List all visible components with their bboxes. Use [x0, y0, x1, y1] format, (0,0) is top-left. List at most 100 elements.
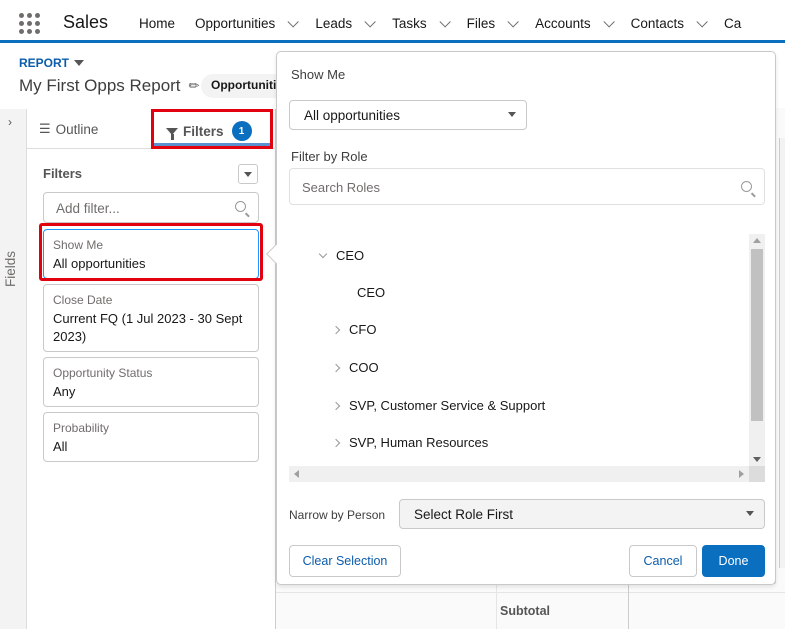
tree-item-svp-customer-service[interactable]: SVP, Customer Service & Support: [331, 398, 546, 413]
search-icon: [741, 181, 752, 192]
popover-title: Show Me: [291, 67, 346, 82]
scroll-down-icon[interactable]: [753, 457, 761, 462]
subtotal-label: Subtotal: [500, 604, 550, 618]
fields-rail[interactable]: › Fields: [0, 109, 27, 629]
nav-item-truncated[interactable]: Ca: [724, 16, 741, 31]
report-object-menu[interactable]: REPORT: [19, 56, 85, 70]
nav-tabs: Home Opportunities Leads Tasks Files Acc…: [139, 15, 761, 31]
chevron-down-icon[interactable]: [287, 15, 300, 28]
nav-label: Home: [139, 16, 176, 31]
tree-item-label: CEO: [357, 285, 386, 300]
add-filter-placeholder: Add filter...: [56, 201, 120, 216]
tree-item-cfo[interactable]: CFO: [331, 322, 377, 337]
chevron-right-icon[interactable]: [331, 401, 341, 410]
chevron-down-icon[interactable]: [364, 15, 376, 28]
list-icon: ☰: [39, 121, 51, 136]
filter-by-role-label: Filter by Role: [291, 149, 368, 164]
filter-card-probability[interactable]: Probability All: [43, 412, 259, 462]
scroll-right-icon[interactable]: [739, 470, 744, 478]
horizontal-scrollbar[interactable]: [289, 466, 749, 482]
nav-item-leads[interactable]: Leads: [315, 15, 376, 31]
filters-menu-button[interactable]: [238, 164, 258, 184]
chevron-down-icon[interactable]: [507, 15, 519, 28]
tree-item-svp-human-resources[interactable]: SVP, Human Resources: [331, 435, 489, 450]
tree-item-ceo[interactable]: CEO: [317, 248, 364, 263]
nav-label: Opportunities: [195, 16, 276, 31]
chevron-right-icon[interactable]: [331, 438, 341, 447]
filter-value: All: [53, 439, 68, 454]
filter-count-badge: 1: [231, 121, 252, 141]
chevron-right-icon[interactable]: ›: [8, 115, 12, 129]
app-launcher-icon[interactable]: [19, 13, 41, 35]
tab-outline-label: Outline: [55, 121, 99, 137]
filter-label: Opportunity Status: [53, 366, 153, 380]
filter-funnel-icon: [166, 127, 178, 140]
filter-label: Close Date: [53, 293, 113, 307]
global-nav-bar: Sales Home Opportunities Leads Tasks Fil…: [0, 0, 785, 43]
nav-item-opportunities[interactable]: Opportunities: [195, 15, 300, 31]
scroll-left-icon[interactable]: [294, 470, 299, 478]
chevron-right-icon[interactable]: [331, 325, 341, 334]
vertical-scrollbar[interactable]: [749, 234, 765, 466]
tree-item-label: CEO: [336, 248, 365, 263]
role-tree: CEO CEO CFO COO SVP, Customer Service & …: [289, 232, 765, 482]
scroll-up-icon[interactable]: [753, 238, 761, 243]
caret-down-icon: [508, 112, 516, 117]
report-object-label: REPORT: [19, 56, 70, 70]
nav-item-tasks[interactable]: Tasks: [392, 15, 451, 31]
chevron-down-icon[interactable]: [696, 15, 708, 28]
highlight-box: [39, 223, 263, 281]
report-title-text: My First Opps Report: [19, 76, 181, 95]
tree-item-label: CFO: [349, 322, 377, 337]
filter-value: Current FQ (1 Jul 2023 - 30 Sept 2023): [53, 311, 243, 344]
tree-item-ceo-leaf[interactable]: CEO: [357, 285, 385, 300]
chevron-down-icon[interactable]: [318, 249, 328, 259]
tab-outline[interactable]: ☰ Outline: [39, 121, 98, 137]
cancel-button[interactable]: Cancel: [629, 545, 697, 577]
nav-label: Files: [466, 16, 496, 31]
chevron-right-icon[interactable]: [331, 363, 341, 372]
nav-item-accounts[interactable]: Accounts: [535, 15, 615, 31]
chevron-down-icon[interactable]: [603, 15, 615, 28]
filter-card-close-date[interactable]: Close Date Current FQ (1 Jul 2023 - 30 S…: [43, 284, 259, 352]
show-me-select[interactable]: All opportunities: [289, 100, 527, 130]
caret-down-icon: [74, 60, 85, 66]
nav-item-files[interactable]: Files: [466, 15, 519, 31]
tree-item-label: COO: [349, 360, 379, 375]
nav-label: Contacts: [630, 16, 684, 31]
done-button[interactable]: Done: [702, 545, 765, 577]
pencil-icon[interactable]: ✏: [189, 78, 200, 94]
show-me-select-value: All opportunities: [304, 108, 401, 123]
chevron-down-icon[interactable]: [439, 15, 451, 28]
tree-item-label: SVP, Human Resources: [349, 435, 489, 450]
nav-label: Tasks: [392, 16, 427, 31]
report-title: My First Opps Report ✏: [19, 76, 199, 96]
filters-heading: Filters: [43, 166, 83, 181]
narrow-by-person-select[interactable]: Select Role First: [399, 499, 765, 529]
narrow-by-person-label: Narrow by Person: [289, 508, 386, 522]
active-tab-indicator: [154, 143, 270, 146]
search-icon: [235, 201, 246, 212]
filters-panel: ☰ Outline Filters 1 Filters Add filter..…: [27, 109, 276, 629]
nav-label: Accounts: [535, 16, 591, 31]
search-roles-input[interactable]: Search Roles: [289, 168, 765, 205]
tree-item-coo[interactable]: COO: [331, 360, 379, 375]
fields-rail-label: Fields: [3, 250, 18, 287]
nav-item-contacts[interactable]: Contacts: [630, 15, 708, 31]
filter-card-opportunity-status[interactable]: Opportunity Status Any: [43, 357, 259, 407]
clear-selection-button[interactable]: Clear Selection: [289, 545, 401, 577]
scrollbar-corner: [749, 466, 765, 482]
search-roles-placeholder: Search Roles: [302, 180, 381, 195]
scrollbar-thumb[interactable]: [751, 249, 763, 421]
tree-item-label: SVP, Customer Service & Support: [349, 398, 546, 413]
nav-item-home[interactable]: Home: [139, 16, 175, 31]
nav-label: Ca: [723, 16, 742, 31]
panel-tabs: ☰ Outline Filters 1: [27, 109, 276, 149]
add-filter-input[interactable]: Add filter...: [43, 192, 259, 223]
app-name: Sales: [63, 12, 109, 32]
filter-value: Any: [53, 384, 76, 399]
table-column-edge: [779, 138, 785, 568]
nav-label: Leads: [315, 16, 353, 31]
narrow-select-value: Select Role First: [414, 507, 514, 522]
tab-filters[interactable]: Filters 1: [151, 109, 273, 149]
